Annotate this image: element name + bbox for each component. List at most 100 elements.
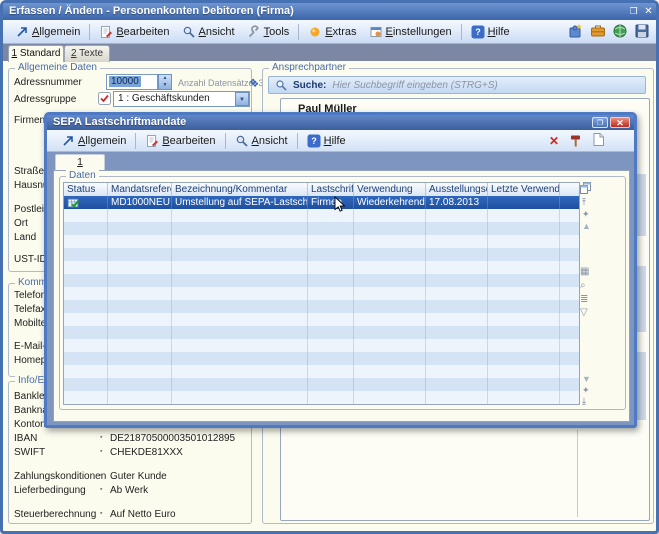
tab-standard[interactable]: 1 Standard (8, 45, 64, 62)
mandate-table: Status Mandatsreferenz Bezeichnung/Komme… (63, 182, 580, 405)
table-row-empty[interactable] (64, 391, 579, 404)
dialog-menu-allgemein[interactable]: Allgemein (55, 132, 132, 150)
table-header: Status Mandatsreferenz Bezeichnung/Komme… (64, 183, 579, 196)
table-row-empty[interactable] (64, 274, 579, 287)
grid-edit-icon[interactable]: ▦ (580, 267, 589, 277)
column-chooser-icon[interactable] (579, 181, 593, 194)
menu-einstellungen[interactable]: Einstellungen (363, 23, 458, 41)
table-row-empty[interactable] (64, 339, 579, 352)
lastschriftart-cell: Firmen (308, 196, 354, 209)
save-icon[interactable] (634, 23, 650, 39)
telefax-label: Telefax (14, 304, 46, 315)
ausstellungsdatum-cell: 17.08.2013 (426, 196, 488, 209)
adressgruppe-value: 1 : Geschäftskunden (118, 93, 210, 104)
magnifier-icon (235, 134, 249, 148)
column-header-verwendung[interactable]: Verwendung (354, 183, 426, 196)
contact-search-bar[interactable]: Suche: Hier Suchbegriff eingeben (STRG+S… (268, 76, 646, 94)
table-row-empty[interactable] (64, 209, 579, 222)
table-row-empty[interactable] (64, 365, 579, 378)
table-row-empty[interactable] (64, 352, 579, 365)
table-row-empty[interactable] (64, 222, 579, 235)
nav-prev-icon[interactable]: ▲ (582, 221, 591, 231)
table-search-icon[interactable]: ⌕ (580, 281, 586, 291)
restore-icon[interactable]: ❐ (627, 5, 640, 18)
dialog-titlebar[interactable]: SEPA Lastschriftmandate ❐ ✕ (47, 115, 634, 130)
new-document-icon[interactable] (591, 132, 606, 147)
table-row-empty[interactable] (64, 287, 579, 300)
help-icon: ? (471, 25, 485, 39)
group-edit-check-icon[interactable] (98, 92, 111, 105)
zahlungskonditionen-label: Zahlungskonditionen (14, 471, 106, 482)
group-label: Daten (66, 170, 99, 181)
magnifier-icon (182, 25, 196, 39)
adressnummer-spinner[interactable]: ▲ ▼ (158, 74, 172, 90)
adressnummer-input[interactable]: 10000 (106, 74, 158, 90)
menu-allgemein[interactable]: Allgemein (9, 23, 86, 41)
tab-texte[interactable]: 2 Texte (64, 45, 110, 62)
dialog-close-icon[interactable]: ✕ (610, 117, 630, 128)
column-header-lastschriftart[interactable]: Lastschriftart (308, 183, 354, 196)
table-row-empty[interactable] (64, 235, 579, 248)
nav-next-page-icon[interactable]: ✦ (582, 385, 590, 395)
briefcase-icon[interactable] (590, 23, 606, 39)
column-header-letzte-verwendung[interactable]: Letzte Verwendung (488, 183, 560, 196)
dialog-menu-hilfe[interactable]: ? Hilfe (301, 132, 352, 150)
column-header-bezeichnung[interactable]: Bezeichnung/Kommentar (172, 183, 308, 196)
filter-icon[interactable]: ▽ (580, 308, 588, 318)
menu-bearbeiten[interactable]: Bearbeiten (93, 23, 175, 41)
dialog-maximize-icon[interactable]: ❐ (592, 117, 608, 128)
edit-page-icon (99, 25, 113, 39)
nav-next-icon[interactable]: ▼ (582, 374, 591, 384)
column-header-filler (560, 183, 579, 196)
dialog-tab-standard[interactable]: 1 Standard (55, 154, 105, 171)
steuerberechnung-label: Steuerberechnung (14, 509, 96, 520)
menu-extras[interactable]: Extras (302, 23, 362, 41)
nav-last-icon[interactable]: ⤓ (582, 396, 586, 406)
table-row-empty[interactable] (64, 300, 579, 313)
dialog-menu-bearbeiten[interactable]: Bearbeiten (139, 132, 221, 150)
globe-icon[interactable] (612, 23, 628, 39)
dialog-menu-ansicht[interactable]: Ansicht (229, 132, 294, 150)
nav-prev-page-icon[interactable]: ✦ (582, 209, 590, 219)
value-marker-icon: ▪ (100, 472, 102, 479)
window-titlebar[interactable]: Erfassen / Ändern - Personenkonten Debit… (3, 3, 656, 20)
application: Erfassen / Ändern - Personenkonten Debit… (0, 0, 659, 534)
wrench-icon (247, 25, 261, 39)
column-header-status[interactable]: Status (64, 183, 108, 196)
nav-first-icon[interactable]: ⤒ (582, 197, 586, 207)
menu-tools[interactable]: Tools (241, 23, 296, 41)
dropdown-button[interactable]: ▼ (235, 92, 249, 106)
steuerberechnung-value: Auf Netto Euro (110, 509, 176, 520)
search-icon (275, 79, 288, 92)
bezeichnung-cell: Umstellung auf SEPA-Lastschrift (172, 196, 308, 209)
table-row-empty[interactable] (64, 261, 579, 274)
menu-hilfe[interactable]: ? Hilfe (465, 23, 516, 41)
menu-separator (298, 24, 299, 40)
list-view-icon[interactable]: ≣ (580, 295, 588, 305)
menu-separator (89, 24, 90, 40)
telefon-label: Telefon (14, 290, 46, 301)
table-row-empty[interactable] (64, 326, 579, 339)
edit-page-icon (145, 134, 159, 148)
panel-splitter-icon[interactable]: ❖ (251, 79, 259, 90)
column-header-ausstellungsdatum[interactable]: Ausstellungsdatum (426, 183, 488, 196)
table-row-selected[interactable]: MD1000NEU Umstellung auf SEPA-Lastschrif… (64, 196, 579, 209)
plugin-icon[interactable] (568, 23, 584, 39)
column-header-mandatsreferenz[interactable]: Mandatsreferenz (108, 183, 172, 196)
spinner-down-icon[interactable]: ▼ (159, 82, 171, 89)
spinner-up-icon[interactable]: ▲ (159, 75, 171, 82)
delete-record-icon[interactable]: ✕ (549, 134, 559, 148)
adressgruppe-dropdown[interactable]: 1 : Geschäftskunden ▼ (113, 91, 250, 107)
table-row-empty[interactable] (64, 378, 579, 391)
value-marker-icon: ▪ (100, 510, 102, 517)
value-marker-icon: ▪ (100, 486, 102, 493)
arrow-ne-icon (15, 25, 29, 39)
hammer-tool-icon[interactable] (569, 133, 584, 148)
strasse-label: Straße (14, 166, 44, 177)
close-icon[interactable]: ✕ (642, 5, 655, 18)
menu-ansicht[interactable]: Ansicht (176, 23, 241, 41)
table-row-empty[interactable] (64, 313, 579, 326)
table-row-empty[interactable] (64, 248, 579, 261)
svg-text:?: ? (311, 136, 317, 146)
group-label: Allgemeine Daten (15, 62, 100, 73)
